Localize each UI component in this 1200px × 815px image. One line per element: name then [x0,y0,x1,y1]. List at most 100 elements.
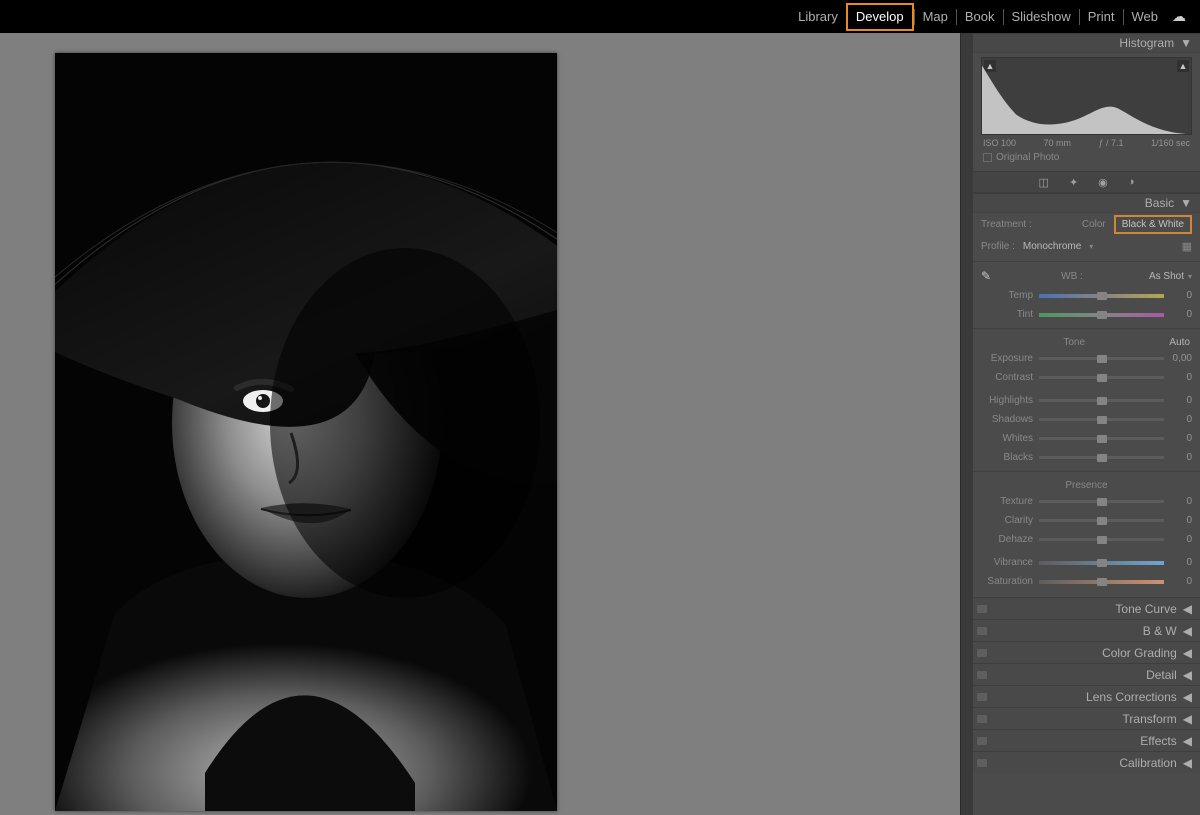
wb-picker-icon[interactable]: ✎ [981,269,995,283]
module-library[interactable]: Library [790,5,846,29]
panel-switch-icon[interactable] [977,649,987,657]
histogram-iso: ISO 100 [983,138,1016,148]
basic-panel: Treatment : Color Black & White Profile … [973,213,1200,597]
histogram-panel-header[interactable]: Histogram ▼ [973,33,1200,53]
texture-slider[interactable] [1039,496,1164,507]
basic-panel-header[interactable]: Basic ▼ [973,193,1200,213]
panel-switch-icon[interactable] [977,759,987,767]
panel-title: Tone Curve [1115,602,1176,616]
blacks-value[interactable]: 0 [1164,452,1192,463]
panel-title: Detail [1146,668,1177,682]
panel-header-tone-curve[interactable]: Tone Curve ◀ [973,597,1200,619]
module-develop[interactable]: Develop [846,3,914,31]
exposure-slider[interactable] [1039,353,1164,364]
panel-title: B & W [1143,624,1177,638]
masking-tool-icon[interactable]: ◑ [1128,176,1135,188]
chevron-left-icon: ◀ [1183,690,1192,704]
panel-header-lens-corrections[interactable]: Lens Corrections◀ [973,685,1200,707]
histogram-aperture: ƒ / 7.1 [1098,138,1123,148]
module-web[interactable]: Web [1124,5,1167,29]
local-adjustments-toolbar: ◫ ✦ ◉ ◑ [973,171,1200,193]
saturation-label: Saturation [981,576,1039,587]
chevron-left-icon: ◀ [1183,734,1192,748]
clarity-slider[interactable] [1039,515,1164,526]
panel-switch-icon[interactable] [977,627,987,635]
panel-header-b-w[interactable]: B & W ◀ [973,619,1200,641]
vibrance-label: Vibrance [981,557,1039,568]
module-book[interactable]: Book [957,5,1003,29]
saturation-slider[interactable] [1039,576,1164,587]
exposure-value[interactable]: 0,00 [1164,353,1192,364]
panel-header-transform[interactable]: Transform◀ [973,707,1200,729]
temp-slider[interactable] [1039,290,1164,301]
blacks-label: Blacks [981,452,1039,463]
histogram-canvas[interactable]: ▲ ▲ [981,57,1192,135]
texture-value[interactable]: 0 [1164,496,1192,507]
profile-browser-icon[interactable]: ▦ [1182,240,1192,253]
histogram-focal: 70 mm [1043,138,1071,148]
chevron-down-icon: ▼ [1180,36,1192,50]
contrast-value[interactable]: 0 [1164,372,1192,383]
basic-title: Basic [1145,196,1174,210]
module-print[interactable]: Print [1080,5,1123,29]
right-panel-resize-handle[interactable] [960,33,973,815]
panel-header-color-grading[interactable]: Color Grading ◀ [973,641,1200,663]
panel-header-calibration[interactable]: Calibration ◀ [973,751,1200,773]
panel-title: Effects [1140,734,1176,748]
blacks-slider[interactable] [1039,452,1164,463]
module-map[interactable]: Map [915,5,956,29]
chevron-left-icon: ◀ [1183,756,1192,770]
module-slideshow[interactable]: Slideshow [1004,5,1079,29]
presence-section-label: Presence [981,476,1192,492]
chevron-left-icon: ◀ [1183,624,1192,638]
whites-slider[interactable] [1039,433,1164,444]
dehaze-slider[interactable] [1039,534,1164,545]
vibrance-slider[interactable] [1039,557,1164,568]
highlights-label: Highlights [981,395,1039,406]
wb-label: WB : [995,271,1149,282]
panel-switch-icon[interactable] [977,605,987,613]
profile-value[interactable]: Monochrome [1023,241,1081,252]
panel-title: Color Grading [1102,646,1177,660]
panel-switch-icon[interactable] [977,737,987,745]
histogram-shutter: 1/160 sec [1151,138,1190,148]
clarity-value[interactable]: 0 [1164,515,1192,526]
chevron-left-icon: ◀ [1183,602,1192,616]
highlights-slider[interactable] [1039,395,1164,406]
checkbox-icon [983,153,992,162]
panel-switch-icon[interactable] [977,693,987,701]
original-photo-toggle[interactable]: Original Photo [981,150,1192,167]
heal-tool-icon[interactable]: ✦ [1069,176,1078,189]
shadows-value[interactable]: 0 [1164,414,1192,425]
tint-value[interactable]: 0 [1164,309,1192,320]
panel-title: Transform [1123,712,1177,726]
develop-loupe-preview[interactable] [55,53,557,811]
temp-label: Temp [981,290,1039,301]
crop-tool-icon[interactable]: ◫ [1039,176,1049,189]
redeye-tool-icon[interactable]: ◉ [1098,176,1108,189]
treatment-bw[interactable]: Black & White [1114,215,1192,234]
shadows-slider[interactable] [1039,414,1164,425]
treatment-label: Treatment : [981,219,1032,230]
panel-header-detail[interactable]: Detail ◀ [973,663,1200,685]
dehaze-value[interactable]: 0 [1164,534,1192,545]
panel-switch-icon[interactable] [977,715,987,723]
treatment-color[interactable]: Color [1082,219,1106,230]
wb-preset[interactable]: As Shot [1149,271,1186,282]
highlights-value[interactable]: 0 [1164,395,1192,406]
cloud-sync-icon[interactable]: ☁ [1172,8,1186,25]
auto-tone-button[interactable]: Auto [1167,337,1192,348]
original-photo-label: Original Photo [996,152,1059,163]
panel-header-effects[interactable]: Effects ◀ [973,729,1200,751]
panel-title: Calibration [1119,756,1176,770]
temp-value[interactable]: 0 [1164,290,1192,301]
contrast-slider[interactable] [1039,372,1164,383]
panel-switch-icon[interactable] [977,671,987,679]
chevron-left-icon: ◀ [1183,646,1192,660]
clarity-label: Clarity [981,515,1039,526]
saturation-value[interactable]: 0 [1164,576,1192,587]
vibrance-value[interactable]: 0 [1164,557,1192,568]
whites-value[interactable]: 0 [1164,433,1192,444]
tint-slider[interactable] [1039,309,1164,320]
chevron-left-icon: ◀ [1183,668,1192,682]
